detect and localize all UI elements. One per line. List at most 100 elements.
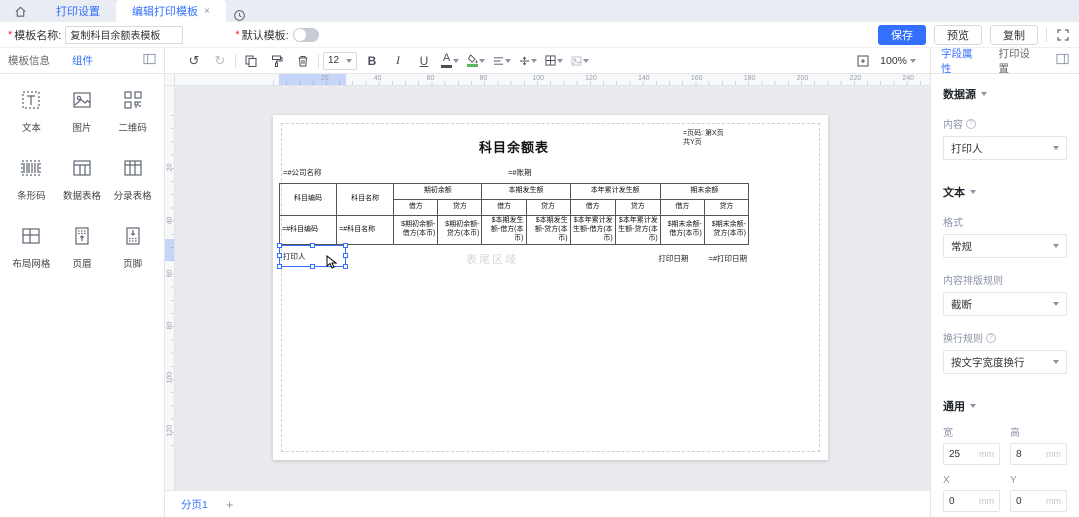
y-input[interactable] [1016,496,1044,507]
cell-ytd-debit[interactable]: $本年累计发生额-借方(本币) [570,216,615,245]
section-text[interactable]: 文本 [943,184,1067,200]
undo-icon[interactable]: ↺ [183,51,205,71]
add-page-button[interactable]: + [226,497,234,512]
resize-handle[interactable] [343,253,348,258]
component-page-header[interactable]: 页眉 [57,224,108,270]
bg-color-button[interactable] [465,51,487,71]
group-header-period: 本期发生额 [482,184,570,200]
component-label: 页脚 [123,256,142,270]
component-entry-table[interactable]: 分录表格 [107,156,158,202]
page-tab-1[interactable]: 分页1 [181,497,208,512]
cell-opening-debit[interactable]: $期初余额-借方(本币) [394,216,438,245]
section-datasource[interactable]: 数据源 [943,86,1067,102]
content-select[interactable]: 打印人 [943,136,1067,160]
chevron-down-icon [557,59,563,63]
close-icon[interactable]: × [204,6,210,17]
design-canvas[interactable]: 20406080100120140160180200220240 2040608… [165,74,930,490]
print-date-field[interactable]: =#打印日期 [708,254,747,263]
section-text-label: 文本 [943,184,965,200]
cell-period-debit[interactable]: $本期发生额-借方(本币) [482,216,526,245]
resize-handle[interactable] [277,243,282,248]
zoom-select[interactable]: 100% [880,55,916,67]
cell-ytd-credit[interactable]: $本年累计发生额-贷方(本币) [615,216,660,245]
format-select[interactable]: 常规 [943,234,1067,258]
fullscreen-icon[interactable] [1055,27,1071,43]
redo-icon[interactable]: ↻ [209,51,231,71]
component-barcode[interactable]: 条形码 [6,156,57,202]
template-name-input[interactable] [65,26,183,44]
component-page-footer[interactable]: 页脚 [107,224,158,270]
preview-button[interactable]: 预览 [934,25,982,45]
component-qrcode[interactable]: 二维码 [107,88,158,134]
tab-field-properties[interactable]: 字段属性 [941,46,979,76]
cell-period-credit[interactable]: $本期发生额-贷方(本币) [526,216,570,245]
cell-subject-name[interactable]: =#科目名称 [337,216,394,245]
delete-icon[interactable] [292,51,314,71]
tab-components[interactable]: 组件 [72,53,93,68]
section-general[interactable]: 通用 [943,398,1067,414]
group-header-opening: 期初余额 [394,184,482,200]
tab-print-setup[interactable]: 打印设置 [999,46,1037,76]
fit-screen-icon[interactable] [852,51,874,71]
default-template-toggle[interactable] [293,28,319,42]
format-painter-icon[interactable] [266,51,288,71]
ruler-label: 120 [167,427,174,437]
balance-table[interactable]: 科目编码 科目名称 期初余额 本期发生额 本年累计发生额 期末余额 借方 贷方 … [279,183,749,245]
image-format-button[interactable] [569,51,591,71]
italic-button[interactable]: I [387,51,409,71]
y-label: Y [1010,475,1067,486]
chevron-down-icon [1053,244,1059,248]
wrap-rule-select[interactable]: 按文字宽度换行 [943,350,1067,374]
template-page[interactable]: =页码: 第X页 共Y页 科目余额表 =#公司名称 =#账期 科目编码 科目名称… [273,115,828,460]
bold-button[interactable]: B [361,51,383,71]
x-input[interactable] [949,496,977,507]
period-field[interactable]: =#账期 [508,167,532,178]
y-input-wrap: mm [1010,490,1067,512]
history-icon[interactable] [226,9,254,22]
copy-button[interactable]: 复制 [990,25,1038,45]
resize-handle[interactable] [277,253,282,258]
component-image[interactable]: 图片 [57,88,108,134]
border-button[interactable] [543,51,565,71]
info-icon: ? [986,333,996,343]
collapse-right-panel-icon[interactable] [1056,53,1069,68]
info-icon: ? [966,119,976,129]
copy-element-icon[interactable] [240,51,262,71]
company-name-field[interactable]: =#公司名称 [283,167,322,178]
home-icon[interactable] [0,0,40,22]
page-header-component-icon [70,224,94,251]
align-button[interactable] [491,51,513,71]
collapse-left-panel-icon[interactable] [143,53,156,68]
width-input[interactable] [949,449,977,460]
entry-table-component-icon [121,156,145,183]
tab-print-settings[interactable]: 打印设置 [40,0,116,22]
tab-print-settings-label: 打印设置 [56,3,100,19]
component-palette: 文本 图片 二维码 条形码 数据表格 [0,74,165,517]
font-color-button[interactable]: A [439,51,461,71]
component-text[interactable]: 文本 [6,88,57,134]
ruler-label: 40 [374,75,382,82]
resize-handle[interactable] [343,243,348,248]
cell-opening-credit[interactable]: $期初余额-贷方(本币) [438,216,482,245]
document-title[interactable]: 科目余额表 [281,137,747,156]
save-button[interactable]: 保存 [878,25,926,45]
underline-button[interactable]: U [413,51,435,71]
cell-closing-credit[interactable]: $期末余额-贷方(本币) [704,216,748,245]
page-tabs-bar: 分页1 + [165,490,930,517]
cell-subject-code[interactable]: =#科目编码 [280,216,337,245]
layout-rule-select[interactable]: 截断 [943,292,1067,316]
resize-handle[interactable] [310,243,315,248]
component-data-table[interactable]: 数据表格 [57,156,108,202]
resize-handle[interactable] [343,264,348,269]
resize-handle[interactable] [277,264,282,269]
sub-header-debit: 借方 [660,200,704,216]
chevron-down-icon [1053,360,1059,364]
font-size-select[interactable]: 12 [323,52,357,70]
resize-handle[interactable] [310,264,315,269]
component-layout-grid[interactable]: 布局网格 [6,224,57,270]
height-input[interactable] [1016,449,1044,460]
cell-closing-debit[interactable]: $期末余额-借方(本币) [660,216,704,245]
tab-template-info[interactable]: 模板信息 [8,53,50,68]
vertical-align-button[interactable] [517,51,539,71]
tab-edit-print-template[interactable]: 编辑打印模板 × [116,0,226,22]
